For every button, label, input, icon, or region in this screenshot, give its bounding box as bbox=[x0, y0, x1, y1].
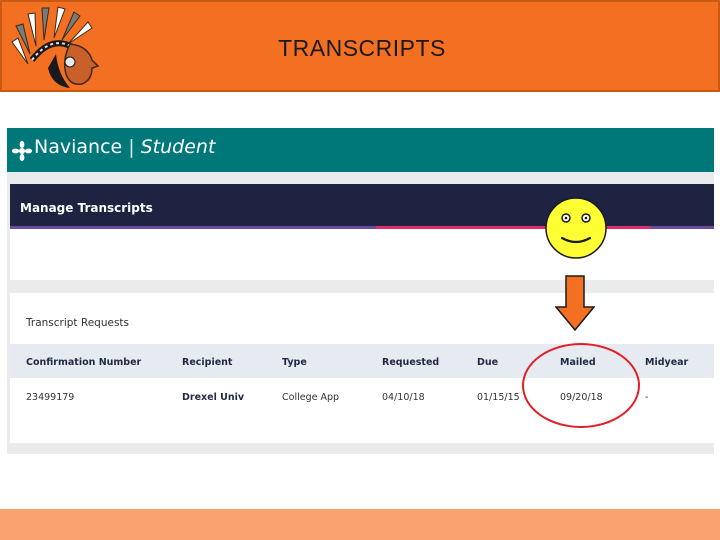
mailed-highlight-circle bbox=[522, 343, 640, 428]
recipient: Drexel Univ bbox=[182, 392, 245, 403]
naviance-logo-icon bbox=[11, 140, 33, 162]
slide-title: TRANSCRIPTS bbox=[278, 35, 446, 61]
naviance-navbar: Naviance | Student bbox=[7, 128, 714, 172]
col-confirmation-number[interactable]: Confirmation Number bbox=[26, 357, 141, 368]
down-arrow-icon bbox=[555, 275, 595, 331]
naviance-brand[interactable]: Naviance | Student bbox=[34, 136, 215, 158]
requested-date: 04/10/18 bbox=[382, 392, 425, 403]
col-midyear[interactable]: Midyear bbox=[645, 357, 688, 368]
slide-footer-band bbox=[0, 509, 720, 540]
col-requested[interactable]: Requested bbox=[382, 357, 439, 368]
slide-banner: TRANSCRIPTS bbox=[0, 0, 720, 92]
brand-subtitle: Student bbox=[140, 136, 216, 158]
request-type: College App bbox=[282, 392, 340, 403]
page-title: Manage Transcripts bbox=[20, 201, 153, 215]
col-type[interactable]: Type bbox=[282, 357, 307, 368]
due-date: 01/15/15 bbox=[477, 392, 520, 403]
col-recipient[interactable]: Recipient bbox=[182, 357, 232, 368]
col-due[interactable]: Due bbox=[477, 357, 498, 368]
smiley-face-icon bbox=[545, 197, 607, 259]
confirmation-number: 23499179 bbox=[26, 392, 75, 403]
brand-name: Naviance bbox=[34, 136, 123, 158]
midyear-value: - bbox=[645, 392, 649, 403]
card-title: Transcript Requests bbox=[26, 317, 129, 329]
manage-transcripts-header: Manage Transcripts bbox=[10, 184, 714, 228]
brand-separator: | bbox=[128, 136, 135, 158]
empty-panel bbox=[10, 229, 714, 280]
